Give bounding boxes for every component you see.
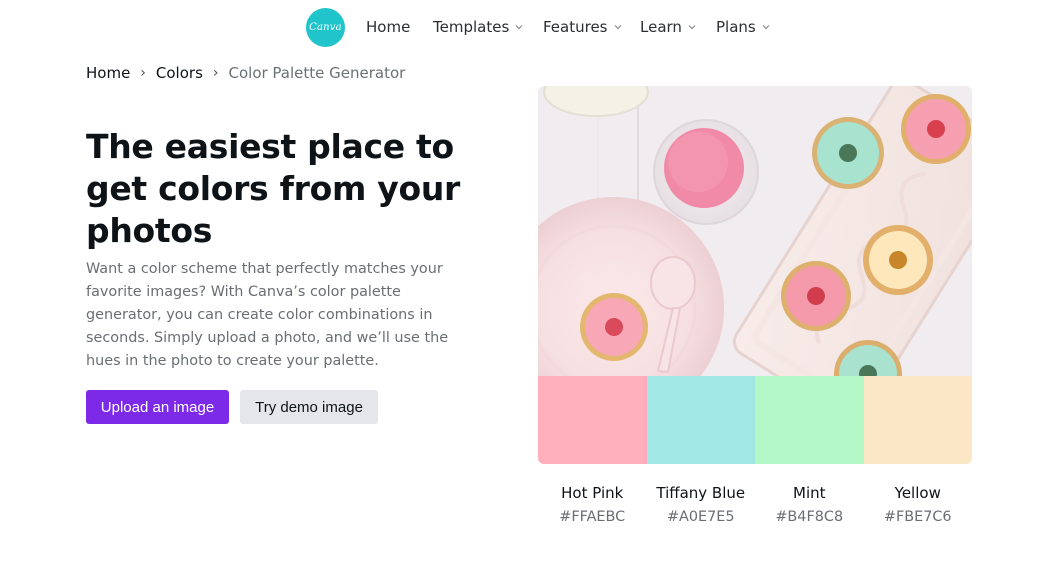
- page-title: The easiest place to get colors from you…: [86, 127, 461, 250]
- palette-label-tiffany-blue: Tiffany Blue #A0E7E5: [647, 482, 756, 528]
- color-hex: #FFAEBC: [559, 509, 626, 525]
- try-demo-image-button[interactable]: Try demo image: [240, 390, 378, 424]
- palette-labels: Hot Pink #FFAEBC Tiffany Blue #A0E7E5 Mi…: [538, 482, 972, 528]
- chevron-down-icon: [515, 23, 523, 31]
- nav-templates[interactable]: Templates: [433, 16, 523, 38]
- chevron-down-icon: [762, 23, 770, 31]
- swatch-tiffany-blue[interactable]: [646, 376, 755, 464]
- nav-home[interactable]: Home: [366, 16, 410, 38]
- page-description: Want a color scheme that perfectly match…: [86, 261, 449, 369]
- chevron-down-icon: [688, 23, 696, 31]
- color-name: Yellow: [894, 484, 941, 502]
- upload-image-button[interactable]: Upload an image: [86, 390, 229, 424]
- canva-logo[interactable]: Canva: [306, 8, 345, 47]
- nav-plans-label: Plans: [716, 18, 756, 36]
- color-name: Mint: [793, 484, 826, 502]
- breadcrumb-current: Color Palette Generator: [228, 64, 406, 82]
- swatch-hot-pink[interactable]: [538, 376, 647, 464]
- nav-home-label: Home: [366, 18, 411, 36]
- color-hex: #B4F8C8: [775, 509, 844, 525]
- nav-templates-label: Templates: [433, 18, 510, 36]
- color-name: Hot Pink: [561, 484, 624, 502]
- nav-learn-label: Learn: [640, 18, 682, 36]
- demo-photo: [538, 86, 972, 376]
- swatch-mint[interactable]: [755, 376, 864, 464]
- palette-swatches: [538, 376, 972, 464]
- nav-plans[interactable]: Plans: [716, 16, 770, 38]
- color-hex: #FBE7C6: [883, 509, 952, 525]
- chevron-down-icon: [614, 23, 622, 31]
- swatch-yellow[interactable]: [863, 376, 972, 464]
- palette-card: [538, 86, 972, 464]
- color-hex: #A0E7E5: [666, 509, 735, 525]
- palette-label-hot-pink: Hot Pink #FFAEBC: [538, 482, 647, 528]
- breadcrumb-home[interactable]: Home: [86, 64, 130, 82]
- nav-features-label: Features: [543, 18, 608, 36]
- nav-learn[interactable]: Learn: [640, 16, 696, 38]
- breadcrumb: Home › Colors › Color Palette Generator: [86, 62, 405, 84]
- chevron-right-icon: ›: [140, 65, 146, 81]
- chevron-right-icon: ›: [212, 65, 219, 81]
- top-nav: Canva Home Templates Features Learn Plan…: [0, 0, 1056, 56]
- breadcrumb-colors[interactable]: Colors: [156, 64, 203, 82]
- palette-label-yellow: Yellow #FBE7C6: [864, 482, 973, 528]
- palette-label-mint: Mint #B4F8C8: [755, 482, 864, 528]
- nav-features[interactable]: Features: [543, 16, 622, 38]
- color-name: Tiffany Blue: [656, 484, 746, 502]
